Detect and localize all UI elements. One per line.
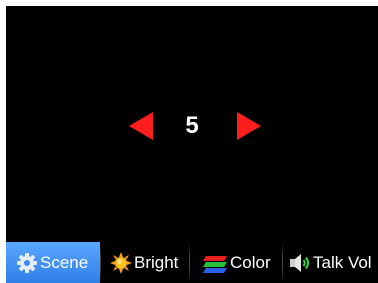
- tab-talk-vol-label: Talk Vol: [313, 252, 372, 272]
- value-adjuster: 5: [6, 6, 378, 242]
- tab-color[interactable]: Color: [190, 242, 282, 283]
- speaker-icon: [289, 252, 311, 274]
- tab-scene-label: Scene: [40, 252, 89, 272]
- current-value: 5: [185, 112, 199, 139]
- tab-scene[interactable]: Scene: [6, 242, 100, 283]
- sun-icon: [110, 251, 132, 274]
- tab-talk-vol[interactable]: Talk Vol: [283, 242, 378, 283]
- settings-tab-bar: Scene Bright Color Talk Vol: [6, 242, 378, 283]
- tab-bright[interactable]: Bright: [101, 242, 189, 283]
- decrease-button[interactable]: [126, 109, 156, 143]
- increase-button[interactable]: [234, 109, 264, 143]
- rgb-bars-icon: [202, 252, 228, 274]
- tab-bright-label: Bright: [134, 252, 179, 272]
- camera-settings-screen: 5 Scene Bright Color Talk Vol: [6, 6, 378, 283]
- tab-color-label: Color: [230, 252, 271, 272]
- gear-icon: [16, 252, 38, 274]
- triangle-right-icon: [237, 112, 261, 140]
- triangle-left-icon: [129, 112, 153, 140]
